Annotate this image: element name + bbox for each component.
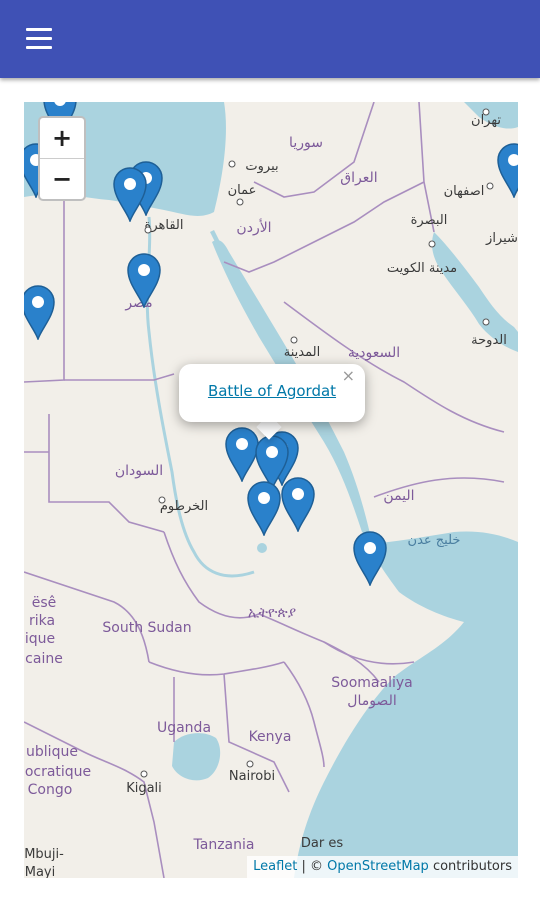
- label-tanzania: Tanzania: [193, 837, 255, 853]
- label-kuwait: مدينة الكويت: [387, 261, 457, 276]
- map-marker-icon[interactable]: [126, 252, 162, 310]
- marker-popup: × Battle of Agordat: [179, 364, 365, 422]
- map-marker-icon[interactable]: [496, 142, 518, 200]
- label-basra: البصرة: [411, 213, 448, 228]
- label-saudi: السعودية: [348, 345, 400, 361]
- label-sudan: السودان: [115, 463, 163, 479]
- label-somalia-arabic: الصومال: [347, 693, 396, 709]
- label-sese: ësê: [32, 595, 57, 611]
- map-view[interactable]: سوريا العراق الأردن مصر السعودية السودان…: [24, 102, 518, 878]
- label-shiraz: شیراز: [485, 231, 518, 246]
- label-uganda: Uganda: [157, 720, 211, 736]
- label-south-sudan: South Sudan: [102, 620, 191, 636]
- label-beirut: بيروت: [245, 159, 278, 174]
- zoom-in-button[interactable]: +: [40, 118, 84, 158]
- label-caine: caine: [25, 651, 63, 667]
- label-iraq: العراق: [340, 170, 377, 186]
- app-bar: [0, 0, 540, 78]
- label-yemen: اليمن: [383, 488, 414, 504]
- label-amman: عمان: [228, 183, 257, 198]
- label-ique: ique: [25, 631, 55, 647]
- label-khartoum: الخرطوم: [160, 499, 208, 514]
- attribution-separator: | ©: [297, 859, 328, 874]
- label-somalia-latin: Soomaaliya: [331, 675, 412, 691]
- label-ethiopia: ኢትዮጵያ: [248, 605, 296, 621]
- label-rika: rika: [29, 613, 55, 629]
- label-gulf-of-aden: خليج عدن: [408, 533, 461, 548]
- label-isfahan: اصفهان: [444, 184, 485, 199]
- map-attribution: Leaflet | © OpenStreetMap contributors: [247, 856, 518, 878]
- popup-link[interactable]: Battle of Agordat: [179, 382, 365, 400]
- zoom-control: + −: [38, 116, 86, 201]
- map-marker-icon[interactable]: [112, 166, 148, 224]
- label-ublique: ublique: [26, 744, 78, 760]
- label-syria: سوريا: [289, 135, 323, 151]
- label-ocratique: ocratique: [25, 764, 91, 780]
- label-medina: المدينة: [284, 345, 320, 360]
- zoom-out-button[interactable]: −: [40, 158, 84, 199]
- map-marker-icon[interactable]: [280, 476, 316, 534]
- label-nairobi: Nairobi: [229, 769, 275, 784]
- leaflet-link[interactable]: Leaflet: [253, 859, 297, 874]
- map-marker-icon[interactable]: [24, 284, 56, 342]
- label-mayi: Mayi: [25, 865, 56, 878]
- label-congo: Congo: [28, 782, 73, 798]
- map-marker-icon[interactable]: [246, 480, 282, 538]
- menu-icon[interactable]: [26, 28, 54, 50]
- label-mbuji: Mbuji-: [24, 847, 64, 862]
- map-marker-icon[interactable]: [352, 530, 388, 588]
- label-kenya: Kenya: [249, 729, 292, 745]
- attribution-suffix: contributors: [428, 859, 512, 874]
- openstreetmap-link[interactable]: OpenStreetMap: [327, 859, 429, 874]
- label-kigali: Kigali: [126, 781, 162, 796]
- label-jordan: الأردن: [236, 218, 271, 236]
- label-dar-es: Dar es: [301, 836, 343, 851]
- label-doha: الدوحة: [471, 333, 507, 348]
